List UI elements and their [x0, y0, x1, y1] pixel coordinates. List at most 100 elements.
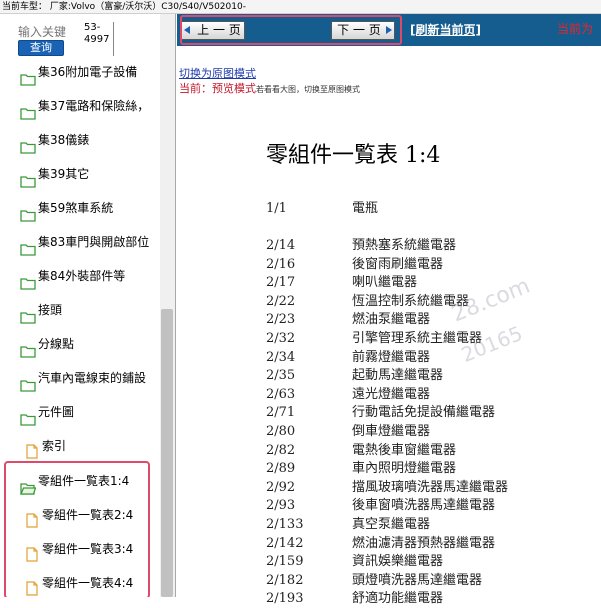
component-code: 2/80 — [266, 424, 296, 439]
component-code: 2/17 — [266, 275, 296, 291]
watermark-1: 28.com — [448, 273, 534, 328]
component-name: 後窗雨刷繼電器 — [352, 256, 444, 272]
nav-highlight-box — [180, 15, 402, 45]
tree-item[interactable]: 接頭 — [0, 293, 158, 327]
component-name: 舒適功能繼電器 — [352, 591, 444, 607]
query-button[interactable]: 查询 — [18, 40, 64, 56]
document-icon — [26, 507, 38, 528]
refresh-page-link[interactable]: [刷新当前页] — [410, 22, 481, 38]
car-model-label: 当前车型： 厂家:Volvo（富豪/沃尔沃）C30/S40/V502010- — [2, 2, 246, 12]
tree-item-label: 集84外裝部件等 — [38, 269, 126, 283]
component-code: 1/1 — [266, 201, 287, 216]
component-code: 2/92 — [266, 479, 296, 495]
mode-current: 预览模式 — [212, 82, 256, 95]
sidebar-scroll-thumb[interactable] — [161, 309, 173, 597]
mode-prefix: 当前： — [179, 82, 212, 95]
code-box: 53- 4997 — [84, 22, 114, 56]
tree-item[interactable]: 元件圖 — [0, 395, 158, 429]
watermark-2: 20165 — [457, 320, 526, 368]
folder-icon — [20, 303, 36, 324]
code-line-2: 4997 — [84, 34, 110, 45]
component-code: 2/182 — [266, 572, 304, 588]
tree-item[interactable]: 集83車門與開啟部位 — [0, 225, 158, 259]
component-name: 車內照明燈繼電器 — [352, 461, 457, 477]
tree-item-label: 集39其它 — [38, 167, 90, 181]
component-code: 2/142 — [266, 535, 304, 551]
folder-icon — [20, 167, 36, 188]
search-input[interactable] — [14, 24, 68, 40]
tree-item[interactable]: 集84外裝部件等 — [0, 259, 158, 293]
document-icon — [26, 541, 38, 562]
component-name: 前霧燈繼電器 — [352, 349, 431, 365]
component-code: 2/159 — [266, 554, 304, 570]
component-name: 頭燈噴洗器馬達繼電器 — [352, 572, 483, 588]
folder-icon — [20, 65, 36, 86]
tree-item-label: 索引 — [42, 439, 67, 453]
component-code: 2/14 — [266, 238, 296, 253]
tree-item-label: 零組件一覧表1:4 — [38, 474, 130, 488]
component-name: 燃油泵繼電器 — [352, 312, 431, 328]
component-name: 擋風玻璃噴洗器馬達繼電器 — [352, 479, 509, 495]
tree-item[interactable]: 集37電路和保險絲， — [0, 89, 158, 123]
component-code: 2/34 — [266, 349, 296, 365]
component-name: 真空泵繼電器 — [352, 517, 431, 532]
folder-icon — [20, 371, 36, 392]
tree-item[interactable]: 集38儀錶 — [0, 123, 158, 157]
component-name: 預熱塞系統繼電器 — [352, 238, 457, 253]
component-name: 燃油濾清器預熱器繼電器 — [352, 535, 496, 551]
tree-item-label: 汽車內電線束的鋪設 — [38, 371, 147, 385]
component-code: 2/63 — [266, 386, 296, 402]
tree-item[interactable]: 集36附加電子設備 — [0, 55, 158, 89]
component-name: 資訊娛樂繼電器 — [352, 554, 444, 570]
folder-icon — [20, 235, 36, 256]
folder-icon — [20, 337, 36, 358]
tree-item-label: 分線點 — [38, 337, 75, 351]
component-code: 2/22 — [266, 293, 296, 309]
tree-item[interactable]: 索引 — [0, 429, 158, 463]
tree-item-label: 零組件一覧表2:4 — [42, 508, 134, 522]
component-code: 2/89 — [266, 461, 296, 477]
component-code: 2/32 — [266, 331, 296, 346]
tree-item-label: 集38儀錶 — [38, 133, 90, 147]
folder-icon — [20, 133, 36, 154]
code-line-1: 53- — [84, 22, 101, 33]
tree-item-label: 集59煞車系統 — [38, 201, 114, 215]
current-label: 当前为 — [557, 22, 594, 36]
folder-icon — [20, 201, 36, 222]
tree-item-label: 元件圖 — [38, 405, 75, 419]
component-name: 起動馬達繼電器 — [352, 368, 444, 384]
folder-icon — [20, 99, 36, 120]
folder-icon — [20, 269, 36, 290]
tree-item-label: 零組件一覧表4:4 — [42, 576, 134, 590]
component-code: 2/93 — [266, 498, 296, 514]
component-name: 行動電話免提設備繼電器 — [352, 405, 496, 421]
tree-item[interactable]: 汽車內電線束的鋪設 — [0, 361, 158, 395]
component-code: 2/35 — [266, 368, 296, 384]
tree-item-label: 集83車門與開啟部位 — [38, 235, 150, 249]
switch-original-mode-link[interactable]: 切换为原图模式 — [179, 67, 256, 81]
tree-item[interactable]: 集39其它 — [0, 157, 158, 191]
folder-open-icon — [20, 474, 37, 495]
component-name: 喇叭繼電器 — [352, 275, 418, 291]
component-name: 電瓶 — [352, 201, 379, 216]
tree-item[interactable]: 分線點 — [0, 327, 158, 361]
component-code: 2/71 — [266, 405, 296, 421]
component-code: 2/23 — [266, 312, 296, 328]
tree-item[interactable]: 零組件一覧表3:4 — [0, 532, 158, 566]
tree-item[interactable]: 零組件一覧表1:4 — [0, 464, 158, 498]
component-name: 電熱後車窗繼電器 — [352, 442, 457, 458]
tree-item-label: 接頭 — [38, 303, 63, 317]
tree-item[interactable]: 零組件一覧表4:4 — [0, 566, 158, 597]
mode-hint: 若看看大图，切换至原图模式 — [256, 85, 360, 94]
component-name: 倒車燈繼電器 — [352, 424, 431, 439]
component-name: 遠光燈繼電器 — [352, 386, 431, 402]
tree-item-label: 集36附加電子設備 — [38, 65, 138, 79]
tree-item[interactable]: 集59煞車系統 — [0, 191, 158, 225]
mode-status: 当前：预览模式若看看大图，切换至原图模式 — [179, 82, 360, 97]
component-code: 2/193 — [266, 591, 304, 607]
document-icon — [26, 438, 38, 459]
component-code: 2/82 — [266, 442, 296, 458]
component-name: 後車窗噴洗器馬達繼電器 — [352, 498, 496, 514]
sidebar: 查询 53- 4997 集36附加電子設備集37電路和保險絲， 集38儀錶集39其… — [0, 14, 176, 597]
tree-item[interactable]: 零組件一覧表2:4 — [0, 498, 158, 532]
